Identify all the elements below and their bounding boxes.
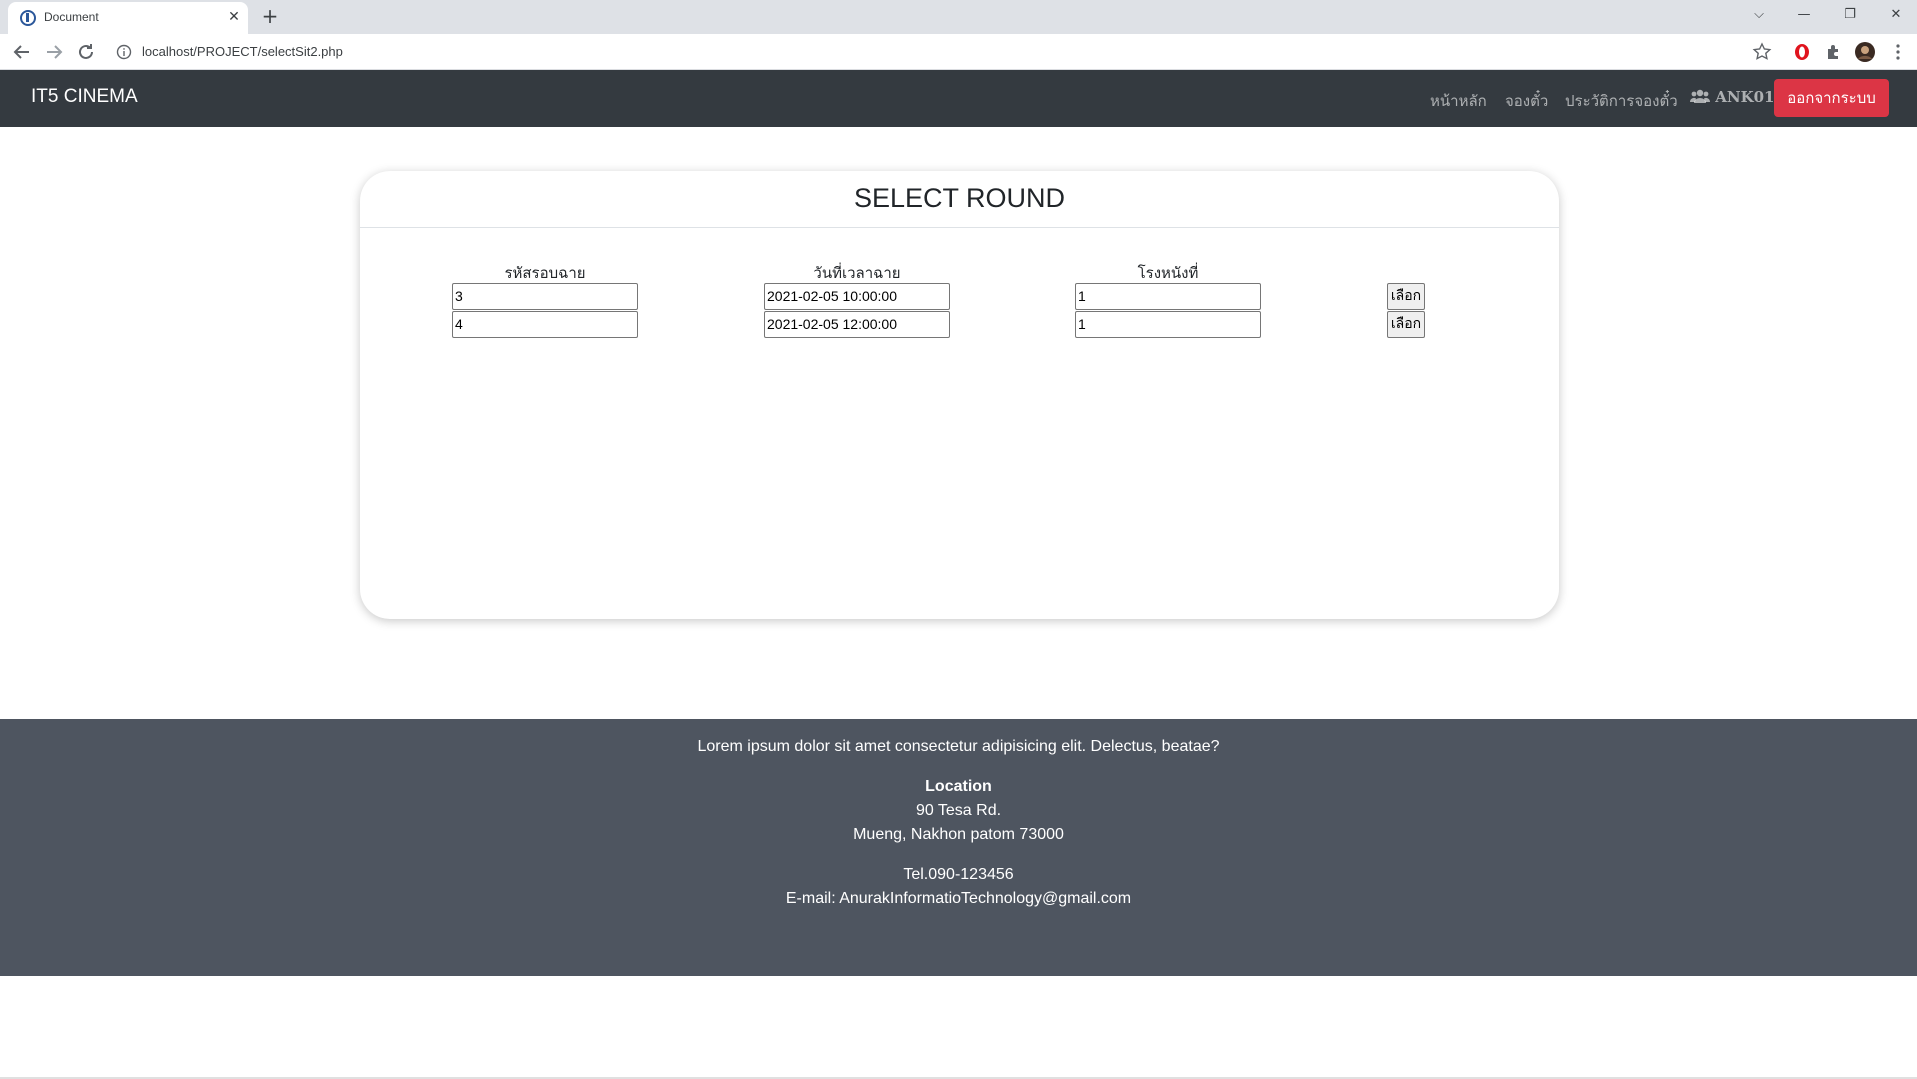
showtime-field[interactable]: 2021-02-05 10:00:00 bbox=[764, 283, 950, 310]
tab-close-icon[interactable]: ✕ bbox=[224, 7, 244, 27]
users-icon bbox=[1689, 89, 1711, 103]
bootstrap-favicon-icon bbox=[20, 10, 36, 26]
round-id-field[interactable]: 3 bbox=[452, 283, 638, 310]
tab-search-chevron-icon[interactable]: ⌵ bbox=[1747, 4, 1771, 26]
browser-tab-strip: Document ✕ + ⌵ — ❐ ✕ bbox=[0, 0, 1917, 34]
address-bar[interactable]: localhost/PROJECT/selectSit2.php bbox=[112, 38, 1782, 66]
username-label: ANK01 bbox=[1715, 88, 1775, 106]
minimize-icon[interactable]: — bbox=[1792, 4, 1816, 26]
column-header-round-id: รหัสรอบฉาย bbox=[504, 264, 586, 282]
card-divider bbox=[360, 227, 1559, 228]
window-close-icon[interactable]: ✕ bbox=[1884, 4, 1908, 26]
brand-logo-text[interactable]: IT5 CINEMA bbox=[31, 86, 138, 108]
theater-field[interactable]: 1 bbox=[1075, 283, 1261, 310]
select-round-button[interactable]: เลือก bbox=[1387, 311, 1425, 338]
footer-tel: Tel.090-123456 bbox=[903, 866, 1014, 883]
footer-address-line1: 90 Tesa Rd. bbox=[915, 802, 1002, 819]
nav-link-booking-history[interactable]: ประวัติการจองตั๋ว bbox=[1565, 89, 1678, 113]
browser-toolbar: localhost/PROJECT/selectSit2.php bbox=[0, 34, 1917, 70]
footer-location-heading: Location bbox=[925, 778, 992, 795]
url-text: localhost/PROJECT/selectSit2.php bbox=[142, 44, 343, 59]
footer-email: E-mail: AnurakInformatioTechnology@gmail… bbox=[785, 890, 1132, 907]
logout-button[interactable]: ออกจากระบบ bbox=[1774, 79, 1889, 117]
nav-link-home[interactable]: หน้าหลัก bbox=[1430, 89, 1487, 113]
round-id-field[interactable]: 4 bbox=[452, 311, 638, 338]
reload-icon[interactable] bbox=[74, 40, 98, 64]
forward-arrow-icon[interactable] bbox=[42, 40, 66, 64]
column-header-theater: โรงหนังที่ bbox=[1137, 264, 1199, 282]
profile-avatar-icon[interactable] bbox=[1855, 42, 1875, 62]
nav-user[interactable]: ANK01 bbox=[1689, 88, 1775, 106]
site-navbar: IT5 CINEMA หน้าหลัก จองตั๋ว ประวัติการจอ… bbox=[0, 70, 1917, 127]
showtime-field[interactable]: 2021-02-05 12:00:00 bbox=[764, 311, 950, 338]
column-header-showtime: วันที่เวลาฉาย bbox=[813, 264, 901, 282]
back-arrow-icon[interactable] bbox=[10, 40, 34, 64]
site-info-icon[interactable] bbox=[116, 44, 132, 60]
tab-title: Document bbox=[44, 10, 99, 24]
footer-address-line2: Mueng, Nakhon patom 73000 bbox=[853, 826, 1064, 843]
new-tab-icon[interactable]: + bbox=[258, 5, 282, 29]
select-round-button[interactable]: เลือก bbox=[1387, 283, 1425, 310]
select-round-card: SELECT ROUND รหัสรอบฉาย วันที่เวลาฉาย โร… bbox=[360, 171, 1559, 619]
opera-extension-icon[interactable] bbox=[1792, 42, 1812, 62]
extensions-puzzle-icon[interactable] bbox=[1824, 42, 1844, 62]
browser-tab[interactable]: Document ✕ bbox=[8, 2, 248, 34]
browser-menu-icon[interactable] bbox=[1888, 42, 1908, 62]
footer-tagline: Lorem ipsum dolor sit amet consectetur a… bbox=[697, 738, 1220, 755]
theater-field[interactable]: 1 bbox=[1075, 311, 1261, 338]
nav-link-book-ticket[interactable]: จองตั๋ว bbox=[1505, 89, 1548, 113]
site-footer: Lorem ipsum dolor sit amet consectetur a… bbox=[0, 719, 1917, 976]
restore-icon[interactable]: ❐ bbox=[1838, 4, 1862, 26]
page-title: SELECT ROUND bbox=[853, 183, 1066, 213]
bookmark-star-icon[interactable] bbox=[1752, 42, 1772, 62]
